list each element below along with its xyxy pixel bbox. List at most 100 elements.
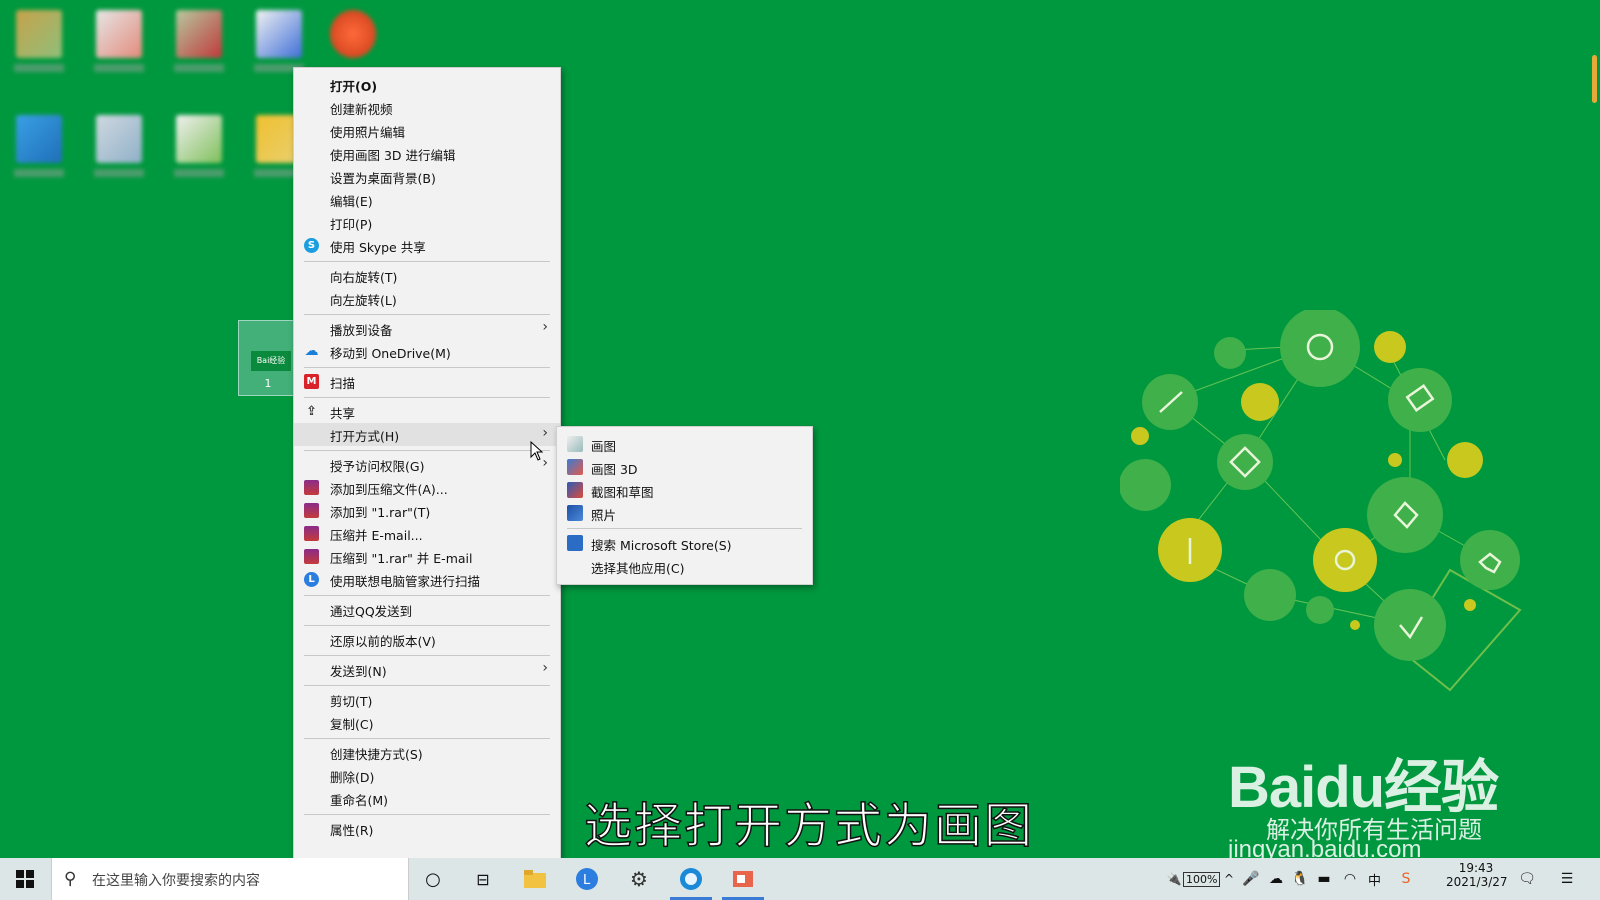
desktop-icon[interactable] [94,115,144,177]
selected-desktop-file[interactable]: Bai经验 1 [238,320,298,396]
menu-item-create-video[interactable]: 创建新视频 [294,96,560,119]
snip-sketch-icon [567,482,583,498]
menu-separator [304,397,550,398]
menu-item-open-with[interactable]: 打开方式(H) › [294,423,560,446]
menu-item-add-to-rar[interactable]: 添加到 "1.rar"(T) [294,499,560,522]
menu-item-print[interactable]: 打印(P) [294,211,560,234]
desktop-icon[interactable] [14,115,64,177]
microphone-icon[interactable]: 🎤 [1242,858,1260,900]
gear-icon: ⚙ [630,867,648,891]
desktop-icon[interactable] [14,10,64,72]
menu-item-compress-rar-email[interactable]: 压缩到 "1.rar" 并 E-mail [294,545,560,568]
desktop-icon[interactable] [94,10,144,72]
cortana-button[interactable]: ○ [410,858,456,900]
menu-item-give-access[interactable]: 授予访问权限(G) › [294,453,560,476]
choose-another-app[interactable]: 选择其他应用(C) [557,554,812,577]
menu-separator [304,625,550,626]
taskbar-browser[interactable] [668,858,714,900]
task-view-icon: ⊟ [476,869,490,889]
taskbar-settings[interactable]: ⚙ [616,858,662,900]
menu-item-delete[interactable]: 删除(D) [294,764,560,787]
menu-item-compress-email[interactable]: 压缩并 E-mail... [294,522,560,545]
taskbar: ⚲ 在这里输入你要搜索的内容 ○ ⊟ L ⚙ 🔌 100% ^ 🎤 ☁ 🐧 ▬ … [0,858,1600,900]
browser-icon [680,868,702,890]
desktop-icon[interactable] [330,10,376,70]
taskbar-powerpoint[interactable] [720,858,766,900]
menu-item-create-shortcut[interactable]: 创建快捷方式(S) [294,741,560,764]
chevron-right-icon: › [542,425,548,441]
power-plug-icon[interactable]: 🔌 [1165,858,1183,900]
menu-separator [304,814,550,815]
menu-item-edit[interactable]: 编辑(E) [294,188,560,211]
paint3d-icon [567,459,583,475]
chevron-up-icon[interactable]: ^ [1220,858,1238,900]
menu-item-cast-to-device[interactable]: 播放到设备 › [294,317,560,340]
mcafee-shield-icon: M [304,374,319,389]
svg-text:L: L [583,873,591,888]
onedrive-cloud-icon: ☁ [304,343,319,359]
menu-item-edit-with-paint3d[interactable]: 使用画图 3D 进行编辑 [294,142,560,165]
menu-item-cut[interactable]: 剪切(T) [294,688,560,711]
qq-penguin-icon[interactable]: 🐧 [1290,858,1310,900]
winrar-icon [304,480,319,495]
menu-separator [304,685,550,686]
ime-indicator[interactable]: 中 [1368,870,1381,889]
desktop-icon[interactable] [254,10,304,72]
chevron-right-icon: › [542,660,548,676]
clock[interactable]: 19:43 2021/3/27 [1446,861,1508,889]
menu-item-properties[interactable]: 属性(R) [294,817,560,840]
open-with-submenu: 画图 画图 3D 截图和草图 照片 搜索 Microsoft Store(S) … [556,426,813,585]
menu-item-set-desktop-background[interactable]: 设置为桌面背景(B) [294,165,560,188]
menu-item-copy[interactable]: 复制(C) [294,711,560,734]
menu-item-restore-previous-versions[interactable]: 还原以前的版本(V) [294,628,560,651]
menu-item-scan[interactable]: M 扫描 [294,370,560,393]
cortana-circle-icon: ○ [425,868,441,890]
menu-item-add-to-archive[interactable]: 添加到压缩文件(A)... [294,476,560,499]
taskbar-search-box[interactable]: ⚲ 在这里输入你要搜索的内容 [51,858,409,900]
battery-indicator[interactable]: 100% [1183,872,1221,887]
open-with-paint3d[interactable]: 画图 3D [557,455,812,478]
menu-item-share-skype[interactable]: S 使用 Skype 共享 [294,234,560,257]
file-context-menu: 打开(O) 创建新视频 使用照片编辑 使用画图 3D 进行编辑 设置为桌面背景(… [293,67,561,859]
paint-icon [567,436,583,452]
onedrive-cloud-icon[interactable]: ☁ [1266,858,1286,900]
mouse-cursor-icon [530,441,544,461]
file-thumbnail: Bai经验 [251,351,291,371]
menu-separator [304,261,550,262]
menu-item-move-to-onedrive[interactable]: ☁ 移动到 OneDrive(M) [294,340,560,363]
open-with-photos[interactable]: 照片 [557,501,812,524]
taskbar-file-explorer[interactable] [512,858,558,900]
wifi-icon[interactable]: ◠ [1340,858,1360,900]
scroll-indicator [1592,55,1597,103]
taskbar-lenovo-manager[interactable]: L [564,858,610,900]
photos-icon [567,505,583,521]
menu-item-rename[interactable]: 重命名(M) [294,787,560,810]
menu-item-share[interactable]: ⇪ 共享 [294,400,560,423]
lenovo-manager-icon: L [304,572,319,587]
presentation-app-icon [733,871,753,887]
search-microsoft-store[interactable]: 搜索 Microsoft Store(S) [557,531,812,554]
menu-item-open[interactable]: 打开(O) [294,73,560,96]
battery-icon[interactable]: ▬ [1314,858,1334,900]
sogou-input-icon[interactable]: S [1396,858,1416,900]
desktop-icon[interactable] [174,10,224,72]
open-with-snip-sketch[interactable]: 截图和草图 [557,478,812,501]
menu-item-send-via-qq[interactable]: 通过QQ发送到 [294,598,560,621]
desktop-icon[interactable] [174,115,224,177]
submenu-separator [567,528,802,529]
task-view-button[interactable]: ⊟ [460,858,506,900]
microsoft-store-icon [567,535,583,551]
menu-item-rotate-left[interactable]: 向左旋转(L) [294,287,560,310]
menu-item-lenovo-scan[interactable]: L 使用联想电脑管家进行扫描 [294,568,560,591]
start-button[interactable] [0,858,50,900]
tutorial-caption: 选择打开方式为画图 [583,797,1035,855]
action-center-icon[interactable]: ☰ [1555,858,1579,900]
open-with-paint[interactable]: 画图 [557,432,812,455]
menu-item-edit-with-photos[interactable]: 使用照片编辑 [294,119,560,142]
menu-item-rotate-right[interactable]: 向右旋转(T) [294,264,560,287]
menu-item-send-to[interactable]: 发送到(N) › [294,658,560,681]
notification-icon[interactable]: 🗨 [1515,858,1539,900]
windows-logo-icon [16,870,34,888]
winrar-icon [304,526,319,541]
menu-separator [304,655,550,656]
